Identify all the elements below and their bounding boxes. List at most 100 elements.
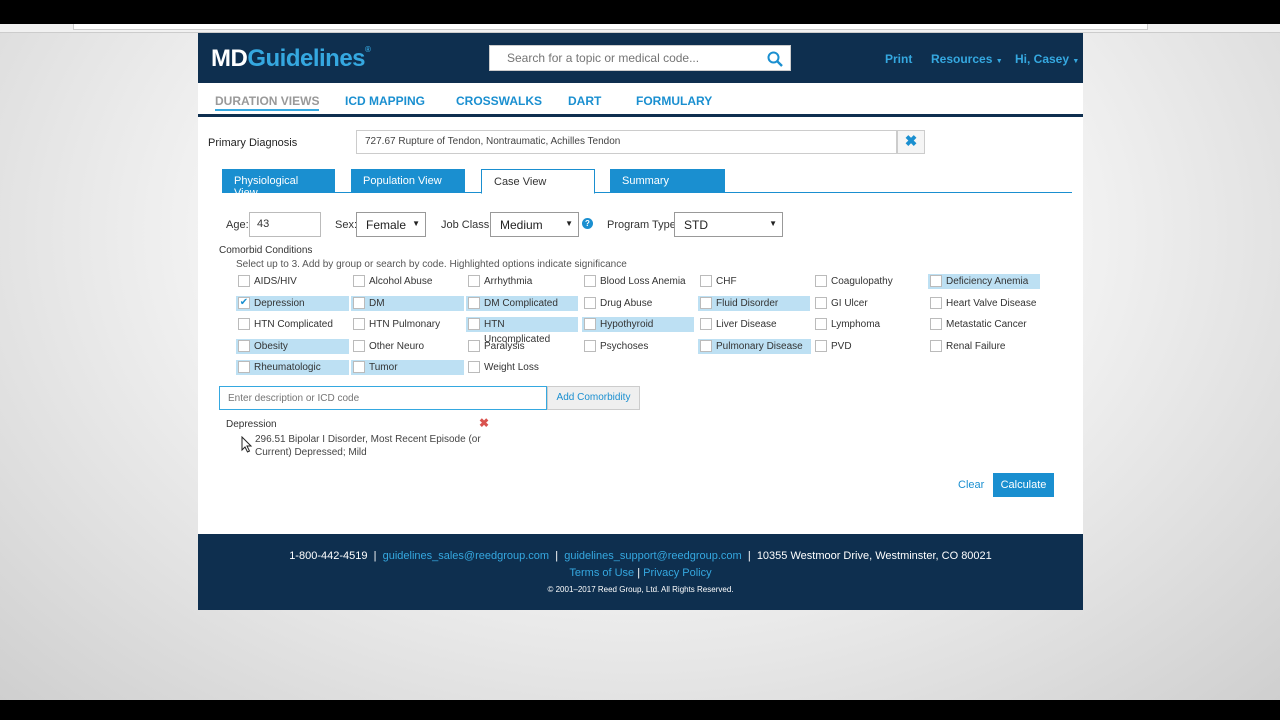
checkbox-box[interactable] xyxy=(238,340,250,352)
clear-link[interactable]: Clear xyxy=(958,479,984,491)
checkbox-box[interactable] xyxy=(353,297,365,309)
resources-menu[interactable]: Resources ▼ xyxy=(931,52,1003,66)
checkbox-box[interactable] xyxy=(700,297,712,309)
nav-duration-views[interactable]: DURATION VIEWS xyxy=(215,94,320,111)
job-class-select[interactable]: Medium ▼ xyxy=(490,212,579,237)
comorbid-checkbox-label: Heart Valve Disease xyxy=(946,298,1037,309)
checkbox-box[interactable] xyxy=(468,275,480,287)
checkbox-box[interactable] xyxy=(353,275,365,287)
checkmark-icon[interactable]: ✔ xyxy=(238,297,250,309)
checkbox-box[interactable] xyxy=(468,361,480,373)
comorbid-checkbox[interactable]: Renal Failure xyxy=(928,339,1013,354)
comorbidity-search-input[interactable] xyxy=(219,386,547,410)
checkbox-box[interactable] xyxy=(353,340,365,352)
print-link[interactable]: Print xyxy=(885,52,912,66)
comorbid-checkbox[interactable]: Other Neuro xyxy=(351,339,432,354)
checkbox-box[interactable] xyxy=(815,318,827,330)
tab-case-view[interactable]: Case View xyxy=(481,169,595,194)
comorbid-checkbox[interactable]: HTN Uncomplicated xyxy=(466,317,578,345)
checkbox-box[interactable] xyxy=(700,340,712,352)
support-email-link[interactable]: guidelines_support@reedgroup.com xyxy=(564,550,742,562)
comorbid-checkbox[interactable]: Psychoses xyxy=(582,339,656,354)
nav-icd-mapping[interactable]: ICD MAPPING xyxy=(345,94,425,108)
sex-select[interactable]: Female ▼ xyxy=(356,212,426,237)
comorbid-checkbox-label: Psychoses xyxy=(600,341,649,352)
comorbid-checkbox[interactable]: Blood Loss Anemia xyxy=(582,274,694,289)
comorbid-checkbox[interactable]: Alcohol Abuse xyxy=(351,274,440,289)
add-comorbidity-button[interactable]: Add Comorbidity xyxy=(547,386,640,410)
checkbox-box[interactable] xyxy=(468,297,480,309)
comorbid-checkbox[interactable]: Liver Disease xyxy=(698,317,785,332)
nav-dart[interactable]: DART xyxy=(568,94,601,108)
checkbox-box[interactable] xyxy=(700,318,712,330)
checkbox-box[interactable] xyxy=(815,297,827,309)
checkbox-box[interactable] xyxy=(468,340,480,352)
comorbid-checkbox[interactable]: Pulmonary Disease xyxy=(698,339,811,354)
comorbid-checkbox[interactable]: Drug Abuse xyxy=(582,296,660,311)
tab-summary[interactable]: Summary xyxy=(610,169,725,193)
checkbox-box[interactable] xyxy=(930,275,942,287)
comorbid-checkbox[interactable]: DM xyxy=(351,296,464,311)
checkbox-box[interactable] xyxy=(815,340,827,352)
comorbid-checkbox[interactable]: HTN Complicated xyxy=(236,317,341,332)
remove-comorbidity-icon[interactable]: ✖ xyxy=(479,416,489,430)
nav-crosswalks[interactable]: CROSSWALKS xyxy=(456,94,542,108)
comorbid-checkbox[interactable]: HTN Pulmonary xyxy=(351,317,448,332)
comorbid-checkbox-label: Depression xyxy=(254,298,305,309)
comorbid-checkbox[interactable]: AIDS/HIV xyxy=(236,274,305,289)
comorbid-checkbox[interactable]: CHF xyxy=(698,274,745,289)
user-menu[interactable]: Hi, Casey ▼ xyxy=(1015,52,1079,66)
checkbox-box[interactable] xyxy=(353,318,365,330)
comorbid-checkbox[interactable]: Heart Valve Disease xyxy=(928,296,1044,311)
comorbid-checkbox-label: Alcohol Abuse xyxy=(369,276,433,287)
checkbox-box[interactable] xyxy=(815,275,827,287)
comorbid-checkbox[interactable]: Metastatic Cancer xyxy=(928,317,1035,332)
checkbox-box[interactable] xyxy=(468,318,480,330)
comorbid-checkbox[interactable]: Arrhythmia xyxy=(466,274,540,289)
comorbid-checkbox[interactable]: Deficiency Anemia xyxy=(928,274,1040,289)
comorbid-checkbox[interactable]: DM Complicated xyxy=(466,296,578,311)
primary-diagnosis-field[interactable]: 727.67 Rupture of Tendon, Nontraumatic, … xyxy=(356,130,897,154)
terms-of-use-link[interactable]: Terms of Use xyxy=(569,567,634,579)
comorbid-checkbox[interactable]: Obesity xyxy=(236,339,349,354)
checkbox-box[interactable] xyxy=(584,318,596,330)
comorbid-checkbox[interactable]: Hypothyroid xyxy=(582,317,694,332)
comorbid-checkbox[interactable]: GI Ulcer xyxy=(813,296,876,311)
checkbox-box[interactable] xyxy=(584,297,596,309)
comorbid-checkbox[interactable]: Rheumatologic xyxy=(236,360,349,375)
sex-label: Sex: xyxy=(335,219,358,231)
help-icon[interactable]: ? xyxy=(582,218,593,229)
comorbid-checkbox[interactable]: Fluid Disorder xyxy=(698,296,810,311)
program-type-select[interactable]: STD ▼ xyxy=(674,212,783,237)
checkbox-box[interactable] xyxy=(238,275,250,287)
search-icon[interactable] xyxy=(767,51,783,67)
comorbid-checkbox[interactable]: Weight Loss xyxy=(466,360,547,375)
comorbid-checkbox[interactable]: Tumor xyxy=(351,360,464,375)
privacy-policy-link[interactable]: Privacy Policy xyxy=(643,567,711,579)
sales-email-link[interactable]: guidelines_sales@reedgroup.com xyxy=(383,550,550,562)
comorbid-checkbox[interactable]: PVD xyxy=(813,339,860,354)
nav-formulary[interactable]: FORMULARY xyxy=(636,94,712,108)
comorbid-checkbox[interactable]: Paralysis xyxy=(466,339,533,354)
tab-population-view[interactable]: Population View xyxy=(351,169,465,193)
search-input[interactable] xyxy=(490,46,750,70)
checkbox-box[interactable] xyxy=(353,361,365,373)
comorbid-checkbox[interactable]: Coagulopathy xyxy=(813,274,901,289)
checkbox-box[interactable] xyxy=(930,297,942,309)
md-guidelines-logo[interactable]: MDGuidelines® xyxy=(211,45,371,73)
dropdown-arrow-icon: ▼ xyxy=(565,219,573,228)
checkbox-box[interactable] xyxy=(584,340,596,352)
clear-diagnosis-button[interactable]: ✖ xyxy=(897,130,925,154)
age-input[interactable]: 43 xyxy=(249,212,321,237)
checkbox-box[interactable] xyxy=(238,318,250,330)
checkbox-box[interactable] xyxy=(584,275,596,287)
checkbox-box[interactable] xyxy=(930,318,942,330)
checkbox-box[interactable] xyxy=(700,275,712,287)
checkbox-box[interactable] xyxy=(238,361,250,373)
checkbox-box[interactable] xyxy=(930,340,942,352)
comorbid-checkbox[interactable]: Lymphoma xyxy=(813,317,888,332)
comorbid-checkbox[interactable]: ✔ Depression xyxy=(236,296,349,311)
tab-physiological-view[interactable]: Physiological View xyxy=(222,169,335,199)
job-class-label: Job Class: xyxy=(441,219,493,231)
calculate-button[interactable]: Calculate xyxy=(993,473,1054,497)
